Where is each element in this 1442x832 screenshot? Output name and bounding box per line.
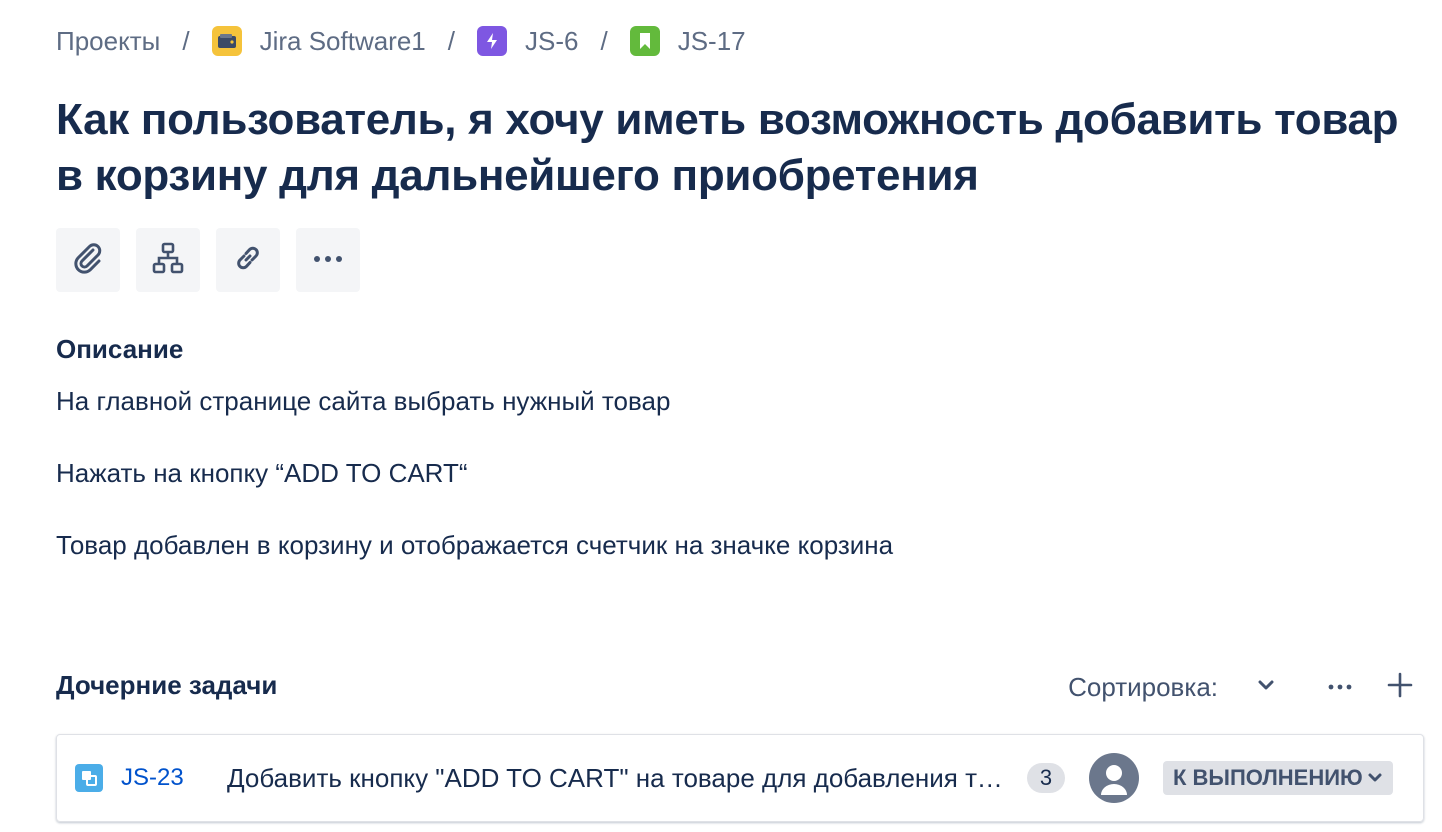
project-icon [211, 26, 242, 56]
status-dropdown[interactable]: К ВЫПОЛНЕНИЮ [1163, 761, 1393, 795]
add-child-issue-button[interactable] [1380, 667, 1420, 707]
subtask-icon [75, 764, 103, 792]
breadcrumb-separator: / [182, 25, 190, 56]
child-issues-more-button[interactable] [1320, 667, 1360, 707]
sort-dropdown[interactable] [1246, 667, 1286, 707]
issue-title[interactable]: Как пользователь, я хочу иметь возможнос… [56, 92, 1426, 204]
more-icon [1327, 678, 1353, 696]
child-issue-icon [150, 240, 186, 281]
chevron-down-icon [1257, 678, 1275, 696]
breadcrumb-label: Jira Software1 [259, 25, 426, 56]
story-points-badge: 3 [1027, 763, 1065, 793]
story-icon [629, 26, 660, 56]
breadcrumb-separator: / [600, 25, 608, 56]
attachment-icon [70, 240, 106, 281]
breadcrumb-label: JS-17 [677, 25, 746, 56]
link-issue-button[interactable] [216, 228, 280, 292]
issue-toolbar [56, 228, 376, 292]
breadcrumb-separator: / [447, 25, 455, 56]
breadcrumb: Проекты / Jira Software1 / JS-6 / JS-17 [56, 22, 746, 60]
more-icon [310, 251, 346, 269]
child-issue-key[interactable]: JS-23 [121, 764, 211, 792]
more-actions-button[interactable] [296, 228, 360, 292]
epic-icon [477, 26, 507, 56]
create-child-button[interactable] [136, 228, 200, 292]
description-heading: Описание [56, 334, 184, 364]
status-label: К ВЫПОЛНЕНИЮ [1173, 765, 1363, 790]
attach-button[interactable] [56, 228, 120, 292]
breadcrumb-label: JS-6 [525, 25, 579, 56]
plus-icon [1387, 672, 1413, 703]
chevron-down-icon [1367, 772, 1383, 784]
breadcrumb-project[interactable]: Jira Software1 [211, 25, 426, 57]
child-issue-summary[interactable]: Добавить кнопку "ADD TO CART" на товаре … [227, 763, 1007, 794]
breadcrumb-epic[interactable]: JS-6 [477, 26, 578, 57]
description-line[interactable]: Товар добавлен в корзину и отображается … [56, 530, 893, 561]
child-issues-controls: Сортировка: [1068, 664, 1420, 710]
description-line[interactable]: Нажать на кнопку “ADD TO CART“ [56, 458, 468, 489]
description-line[interactable]: На главной странице сайта выбрать нужный… [56, 386, 670, 417]
child-issue-row[interactable]: JS-23 Добавить кнопку "ADD TO CART" на т… [56, 734, 1424, 822]
child-issues-heading: Дочерние задачи [56, 670, 278, 700]
breadcrumb-label: Проекты [56, 25, 161, 56]
sort-label: Сортировка: [1068, 671, 1218, 702]
user-icon [1101, 765, 1127, 795]
link-icon [230, 240, 266, 281]
breadcrumb-projects[interactable]: Проекты [56, 26, 160, 57]
breadcrumb-story[interactable]: JS-17 [629, 25, 746, 57]
assignee-avatar[interactable] [1089, 753, 1139, 803]
